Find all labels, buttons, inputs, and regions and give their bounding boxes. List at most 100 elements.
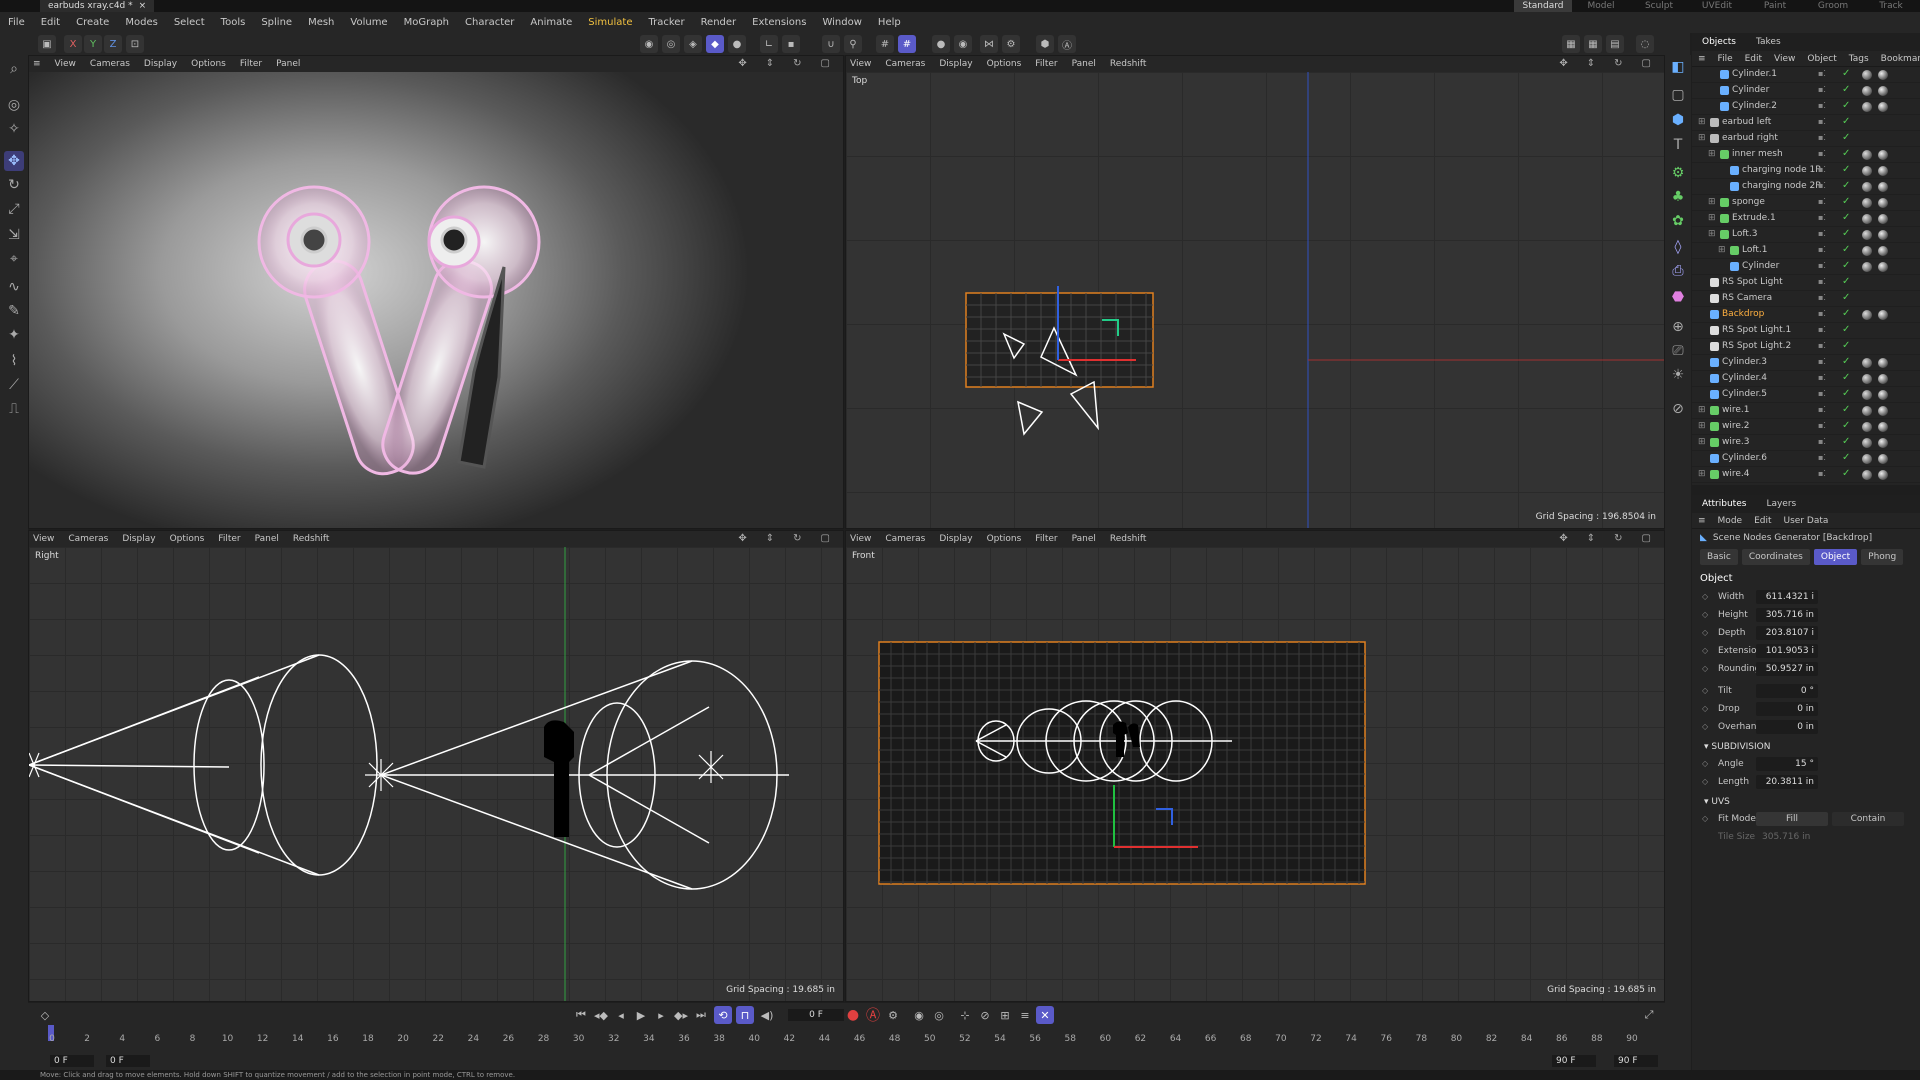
visibility-dots[interactable]: ▪⁚ — [1818, 389, 1826, 398]
object-row[interactable]: ⊞ inner mesh ▪⁚ ✓ — [1692, 147, 1920, 163]
object-row[interactable]: Cylinder.4 ▪⁚ ✓ — [1692, 371, 1920, 387]
lock-axis-icon[interactable]: ⚲ — [844, 35, 862, 53]
enabled-checkmark-icon[interactable]: ✓ — [1842, 308, 1850, 319]
orbit-icon[interactable]: ↻ — [786, 533, 808, 544]
subtab-phong[interactable]: Phong — [1861, 549, 1904, 565]
menu-view[interactable]: View — [29, 534, 61, 544]
menu-help[interactable]: Help — [870, 12, 909, 33]
menu-cameras[interactable]: Cameras — [878, 59, 932, 69]
dolly-icon[interactable]: ⇕ — [1580, 58, 1602, 69]
menu-cameras[interactable]: Cameras — [878, 534, 932, 544]
material-tag-icon[interactable] — [1862, 246, 1872, 256]
solo-icon[interactable]: ● — [932, 35, 950, 53]
spline-rect-icon[interactable]: ▢ — [1668, 85, 1688, 105]
layout-paint[interactable]: Paint — [1746, 0, 1804, 12]
render-view-icon[interactable]: ◉ — [640, 35, 658, 53]
keyframe-diamond-icon[interactable]: ◇ — [1702, 610, 1708, 619]
menu-redshift[interactable]: Redshift — [286, 534, 337, 544]
timeline-ruler[interactable]: 0 2 4 6 8 10 12 14 16 18 20 22 24 26 28 30 32 34 36 38 40 42 4… — [48, 1003, 1648, 1044]
enabled-checkmark-icon[interactable]: ✓ — [1842, 100, 1850, 111]
object-row[interactable]: ⊞ Loft.3 ▪⁚ ✓ — [1692, 227, 1920, 243]
move-tool-icon[interactable]: ✥ — [4, 151, 24, 171]
cloner-icon[interactable]: ♣ — [1668, 187, 1688, 207]
material-tag-icon[interactable] — [1878, 390, 1888, 400]
menu-display[interactable]: Display — [932, 59, 979, 69]
menu-spline[interactable]: Spline — [253, 12, 300, 33]
axis-x-toggle[interactable]: X — [64, 35, 82, 53]
visibility-dots[interactable]: ▪⁚ — [1818, 277, 1826, 286]
visibility-dots[interactable]: ▪⁚ — [1818, 453, 1826, 462]
material-tag-icon[interactable] — [1862, 198, 1872, 208]
enabled-checkmark-icon[interactable]: ✓ — [1842, 388, 1850, 399]
enabled-checkmark-icon[interactable]: ✓ — [1842, 212, 1850, 223]
text-icon[interactable]: T — [1668, 135, 1688, 155]
object-name[interactable]: Cylinder — [1732, 85, 1769, 95]
visibility-dots[interactable]: ▪⁚ — [1818, 261, 1826, 270]
keyframe-diamond-icon[interactable]: ◇ — [1702, 686, 1708, 695]
rotate-tool-icon[interactable]: ↻ — [4, 175, 24, 195]
material-tag-icon[interactable] — [1862, 374, 1872, 384]
material-tag-icon[interactable] — [1878, 422, 1888, 432]
tab-attributes[interactable]: Attributes — [1692, 495, 1756, 513]
menu-extensions[interactable]: Extensions — [744, 12, 814, 33]
axis-z-toggle[interactable]: Z — [104, 35, 122, 53]
render-active-view-icon[interactable]: ▦ — [1562, 35, 1580, 53]
object-name[interactable]: Cylinder — [1742, 261, 1779, 271]
material-tag-icon[interactable] — [1878, 262, 1888, 272]
object-row[interactable]: Cylinder ▪⁚ ✓ — [1692, 259, 1920, 275]
layout-model[interactable]: Model — [1572, 0, 1630, 12]
sketch-tool-icon[interactable]: ✎ — [4, 301, 24, 321]
subdivision-header[interactable]: ▾ SUBDIVISION — [1692, 736, 1920, 755]
visibility-dots[interactable]: ▪⁚ — [1818, 245, 1826, 254]
material-tag-icon[interactable] — [1878, 230, 1888, 240]
menu-options[interactable]: Options — [184, 59, 233, 69]
visibility-dots[interactable]: ▪⁚ — [1818, 229, 1826, 238]
live-selection-icon[interactable]: ◎ — [4, 95, 24, 115]
object-row[interactable]: Cylinder ▪⁚ ✓ — [1692, 83, 1920, 99]
layout-uvedit[interactable]: UVEdit — [1688, 0, 1746, 12]
magnet-icon[interactable]: ∪ — [822, 35, 840, 53]
workplane-icon[interactable]: ▪ — [782, 35, 800, 53]
pan-icon[interactable]: ✥ — [731, 58, 753, 69]
dolly-icon[interactable]: ⇕ — [1580, 533, 1602, 544]
object-row[interactable]: ⊞ wire.4 ▪⁚ ✓ — [1692, 467, 1920, 483]
subtab-object[interactable]: Object — [1813, 549, 1858, 565]
material-tag-icon[interactable] — [1878, 102, 1888, 112]
enabled-checkmark-icon[interactable]: ✓ — [1842, 148, 1850, 159]
object-name[interactable]: Cylinder.5 — [1722, 389, 1767, 399]
material-tag-icon[interactable] — [1862, 422, 1872, 432]
object-name[interactable]: Cylinder.3 — [1722, 357, 1767, 367]
orbit-icon[interactable]: ↻ — [1607, 533, 1629, 544]
material-tag-icon[interactable] — [1862, 166, 1872, 176]
menu-modes[interactable]: Modes — [117, 12, 165, 33]
keyframe-diamond-icon[interactable]: ◇ — [1702, 592, 1708, 601]
material-tag-icon[interactable] — [1862, 438, 1872, 448]
object-row[interactable]: ⊞ sponge ▪⁚ ✓ — [1692, 195, 1920, 211]
maximize-icon[interactable]: ▢ — [814, 533, 837, 544]
menu-panel[interactable]: Panel — [269, 59, 307, 69]
attributes-menu-user-data[interactable]: User Data — [1778, 516, 1835, 526]
viewport-perspective[interactable]: ≡ View Cameras Display Options Filter Pa… — [28, 55, 844, 529]
attribute-value-field[interactable]: 0 in — [1756, 720, 1818, 734]
material-tag-icon[interactable] — [1878, 438, 1888, 448]
material-tag-icon[interactable] — [1862, 470, 1872, 480]
object-name[interactable]: RS Spot Light — [1722, 277, 1783, 287]
attribute-value-field[interactable]: 0 in — [1756, 702, 1818, 716]
attribute-value-field[interactable]: 203.8107 i — [1756, 626, 1818, 640]
end-frame-field[interactable]: 90 F — [1614, 1055, 1658, 1067]
material-tag-icon[interactable] — [1862, 406, 1872, 416]
undo-icon[interactable]: ▣ — [38, 35, 56, 53]
material-tag-icon[interactable] — [1862, 262, 1872, 272]
objects-menu-view[interactable]: View — [1768, 54, 1801, 64]
object-name[interactable]: wire.1 — [1722, 405, 1750, 415]
camera-icon[interactable]: ⎚ — [1668, 341, 1688, 361]
enabled-checkmark-icon[interactable]: ✓ — [1842, 228, 1850, 239]
menu-view[interactable]: View — [846, 534, 878, 544]
expand-icon[interactable]: ⊞ — [1718, 245, 1726, 255]
visibility-dots[interactable]: ▪⁚ — [1818, 149, 1826, 158]
objects-menu-edit[interactable]: Edit — [1739, 54, 1768, 64]
menu-tools[interactable]: Tools — [213, 12, 254, 33]
object-name[interactable]: earbud left — [1722, 117, 1771, 127]
menu-redshift[interactable]: Redshift — [1103, 59, 1154, 69]
enabled-checkmark-icon[interactable]: ✓ — [1842, 324, 1850, 335]
